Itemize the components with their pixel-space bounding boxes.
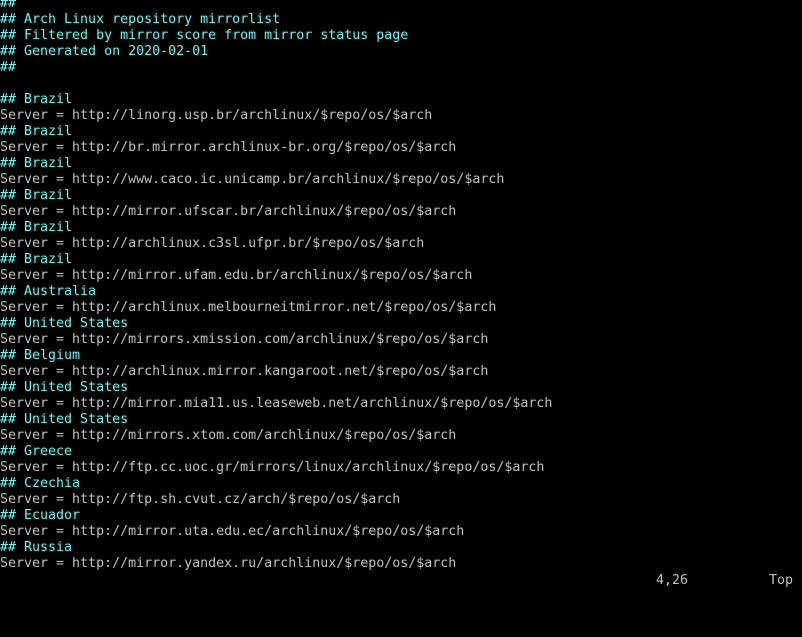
comment-line[interactable]: ## Brazil <box>0 124 802 140</box>
comment-line[interactable]: ## Brazil <box>0 92 802 108</box>
server-line[interactable]: Server = http://mirrors.xmission.com/arc… <box>0 332 802 348</box>
comment-line[interactable]: ## Belgium <box>0 348 802 364</box>
status-line: 4,26 Top <box>0 573 802 589</box>
server-line[interactable]: Server = http://mirror.mia11.us.leaseweb… <box>0 396 802 412</box>
comment-line[interactable]: ## Filtered by mirror score from mirror … <box>0 28 802 44</box>
server-line[interactable]: Server = http://mirror.yandex.ru/archlin… <box>0 556 802 572</box>
comment-line[interactable]: ## Czechia <box>0 476 802 492</box>
blank-line[interactable] <box>0 76 802 92</box>
comment-line[interactable]: ## Australia <box>0 284 802 300</box>
server-line[interactable]: Server = http://ftp.sh.cvut.cz/arch/$rep… <box>0 492 802 508</box>
comment-line[interactable]: ## Russia <box>0 540 802 556</box>
comment-line[interactable]: ## Brazil <box>0 156 802 172</box>
server-line[interactable]: Server = http://mirror.ufscar.br/archlin… <box>0 204 802 220</box>
comment-line[interactable]: ## United States <box>0 316 802 332</box>
editor-buffer[interactable]: ## ## Arch Linux repository mirrorlist ## … <box>0 0 802 572</box>
comment-line[interactable]: ## Greece <box>0 444 802 460</box>
server-line[interactable]: Server = http://archlinux.c3sl.ufpr.br/$… <box>0 236 802 252</box>
scroll-position: Top <box>769 573 794 588</box>
comment-line[interactable]: ## United States <box>0 380 802 396</box>
server-line[interactable]: Server = http://mirror.ufam.edu.br/archl… <box>0 268 802 284</box>
server-line[interactable]: Server = http://linorg.usp.br/archlinux/… <box>0 108 802 124</box>
terminal-window[interactable]: ## ## Arch Linux repository mirrorlist ## … <box>0 0 802 598</box>
server-line[interactable]: Server = http://archlinux.mirror.kangaro… <box>0 364 802 380</box>
cursor-position: 4,26 <box>656 573 689 588</box>
comment-line[interactable]: ## Ecuador <box>0 508 802 524</box>
comment-line[interactable]: ## United States <box>0 412 802 428</box>
server-line[interactable]: Server = http://br.mirror.archlinux-br.o… <box>0 140 802 156</box>
server-line[interactable]: Server = http://www.caco.ic.unicamp.br/a… <box>0 172 802 188</box>
comment-line[interactable]: ## Arch Linux repository mirrorlist <box>0 12 802 28</box>
server-line[interactable]: Server = http://archlinux.melbourneitmir… <box>0 300 802 316</box>
server-line[interactable]: Server = http://ftp.cc.uoc.gr/mirrors/li… <box>0 460 802 476</box>
comment-line[interactable]: ## Brazil <box>0 220 802 236</box>
comment-line[interactable]: ## Brazil <box>0 188 802 204</box>
comment-line[interactable]: ## <box>0 0 802 12</box>
comment-line[interactable]: ## Brazil <box>0 252 802 268</box>
comment-line[interactable]: ## <box>0 60 802 76</box>
comment-line[interactable]: ## Generated on 2020-02-01 <box>0 44 802 60</box>
server-line[interactable]: Server = http://mirror.uta.edu.ec/archli… <box>0 524 802 540</box>
server-line[interactable]: Server = http://mirrors.xtom.com/archlin… <box>0 428 802 444</box>
